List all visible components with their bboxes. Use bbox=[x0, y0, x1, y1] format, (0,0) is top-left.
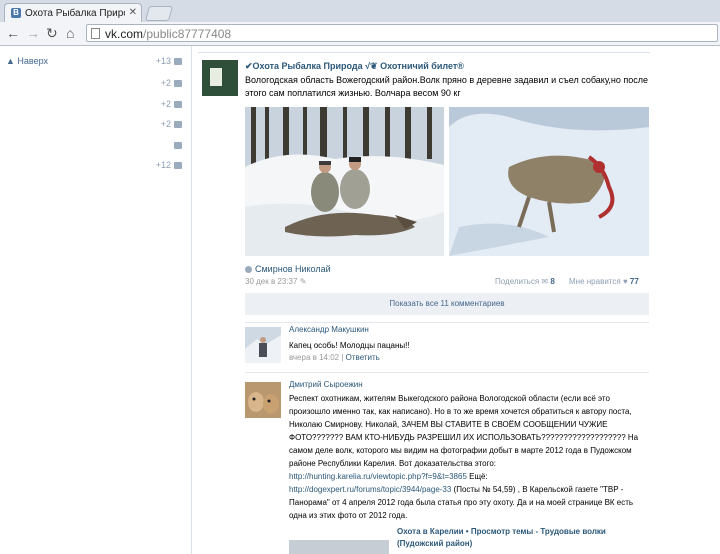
user-icon bbox=[174, 58, 182, 66]
browser-toolbar: ← → ↻ ⌂ vk.com/public87777408 bbox=[0, 22, 720, 46]
show-all-comments-button[interactable]: Показать все 11 комментариев bbox=[245, 293, 649, 315]
left-sidebar: ▲ Наверх +13 +2 +2 +2 +12 bbox=[0, 46, 190, 554]
browser-tab[interactable]: В Охота Рыбалка Природ ✕ bbox=[4, 3, 142, 22]
mail-icon bbox=[174, 101, 182, 109]
counter-friends[interactable]: +13 bbox=[156, 56, 182, 66]
tab-title: Охота Рыбалка Природ bbox=[25, 8, 125, 19]
post-text: Вологодская область Вожегодский район.Во… bbox=[245, 75, 649, 98]
post-date[interactable]: 30 дек в 23:37 ✎ bbox=[245, 277, 306, 286]
group-avatar[interactable] bbox=[202, 60, 238, 96]
comment-author-link[interactable]: Александр Макушкин bbox=[289, 325, 369, 334]
divider bbox=[198, 52, 650, 53]
browser-tab-bar: В Охота Рыбалка Природ ✕ bbox=[0, 0, 720, 22]
avatar[interactable] bbox=[245, 327, 281, 363]
ticket-icon bbox=[210, 68, 222, 86]
comment-text: Капец особь! Молодцы пацаны!! bbox=[289, 341, 410, 350]
reply-link[interactable]: Ответить bbox=[346, 353, 380, 362]
back-arrow-icon[interactable]: ← bbox=[6, 25, 20, 41]
scroll-to-top-link[interactable]: ▲ Наверх bbox=[6, 56, 48, 66]
reload-icon[interactable]: ↻ bbox=[46, 25, 58, 41]
user-icon bbox=[245, 266, 252, 274]
counter-messages[interactable]: +2 bbox=[161, 99, 182, 109]
comment-author-link[interactable]: Дмитрий Сыроежин bbox=[289, 380, 363, 389]
counter-comments[interactable] bbox=[171, 140, 182, 150]
gear-icon bbox=[174, 162, 182, 170]
counter-settings[interactable]: +12 bbox=[156, 160, 182, 170]
evidence-link-2[interactable]: http://dogexpert.ru/forums/topic/3944/pa… bbox=[289, 485, 451, 494]
counter-photos[interactable]: +2 bbox=[161, 78, 182, 88]
evidence-link-1[interactable]: http://hunting.karelia.ru/viewtopic.php?… bbox=[289, 472, 467, 481]
url-text: vk.com/public87777408 bbox=[105, 27, 232, 41]
comment-icon bbox=[174, 142, 182, 150]
comment-icon: ✎ bbox=[299, 277, 307, 286]
camera-icon bbox=[174, 80, 182, 88]
link-preview-title[interactable]: Охота в Карелии • Просмотр темы - Трудов… bbox=[397, 526, 652, 550]
share-button[interactable]: Поделиться ✉ 8 bbox=[495, 277, 555, 286]
group-icon bbox=[174, 121, 182, 129]
post-photo-hunters-with-wolf[interactable] bbox=[245, 107, 444, 256]
megaphone-icon: ✉ bbox=[541, 277, 549, 286]
heart-icon: ♥ bbox=[622, 277, 628, 286]
link-preview-thumbnail[interactable] bbox=[289, 540, 389, 554]
avatar[interactable] bbox=[245, 382, 281, 418]
close-tab-icon[interactable]: ✕ bbox=[129, 7, 137, 18]
divider bbox=[245, 372, 649, 373]
like-button[interactable]: Мне нравится ♥ 77 bbox=[569, 277, 639, 286]
post-photo-dead-wolf[interactable] bbox=[449, 107, 649, 256]
page-icon bbox=[91, 28, 100, 39]
wall-post-area: ✔Охота Рыбалка Природа √❦ Охотничий биле… bbox=[191, 46, 720, 554]
address-bar[interactable]: vk.com/public87777408 bbox=[86, 24, 718, 42]
triangle-up-icon: ▲ bbox=[6, 56, 18, 66]
vk-favicon-icon: В bbox=[11, 8, 21, 18]
divider bbox=[245, 322, 649, 323]
comment-text: Респект охотникам, жителям Выкегодского … bbox=[289, 394, 639, 520]
home-icon[interactable]: ⌂ bbox=[66, 25, 74, 41]
post-author-link[interactable]: Смирнов Николай bbox=[245, 264, 331, 274]
group-name-link[interactable]: ✔Охота Рыбалка Природа √❦ Охотничий биле… bbox=[245, 61, 464, 72]
comment-meta: вчера в 14:02 | Ответить bbox=[289, 353, 380, 362]
new-tab-button[interactable] bbox=[144, 6, 174, 21]
forward-arrow-icon[interactable]: → bbox=[26, 25, 40, 41]
counter-groups[interactable]: +2 bbox=[161, 119, 182, 129]
